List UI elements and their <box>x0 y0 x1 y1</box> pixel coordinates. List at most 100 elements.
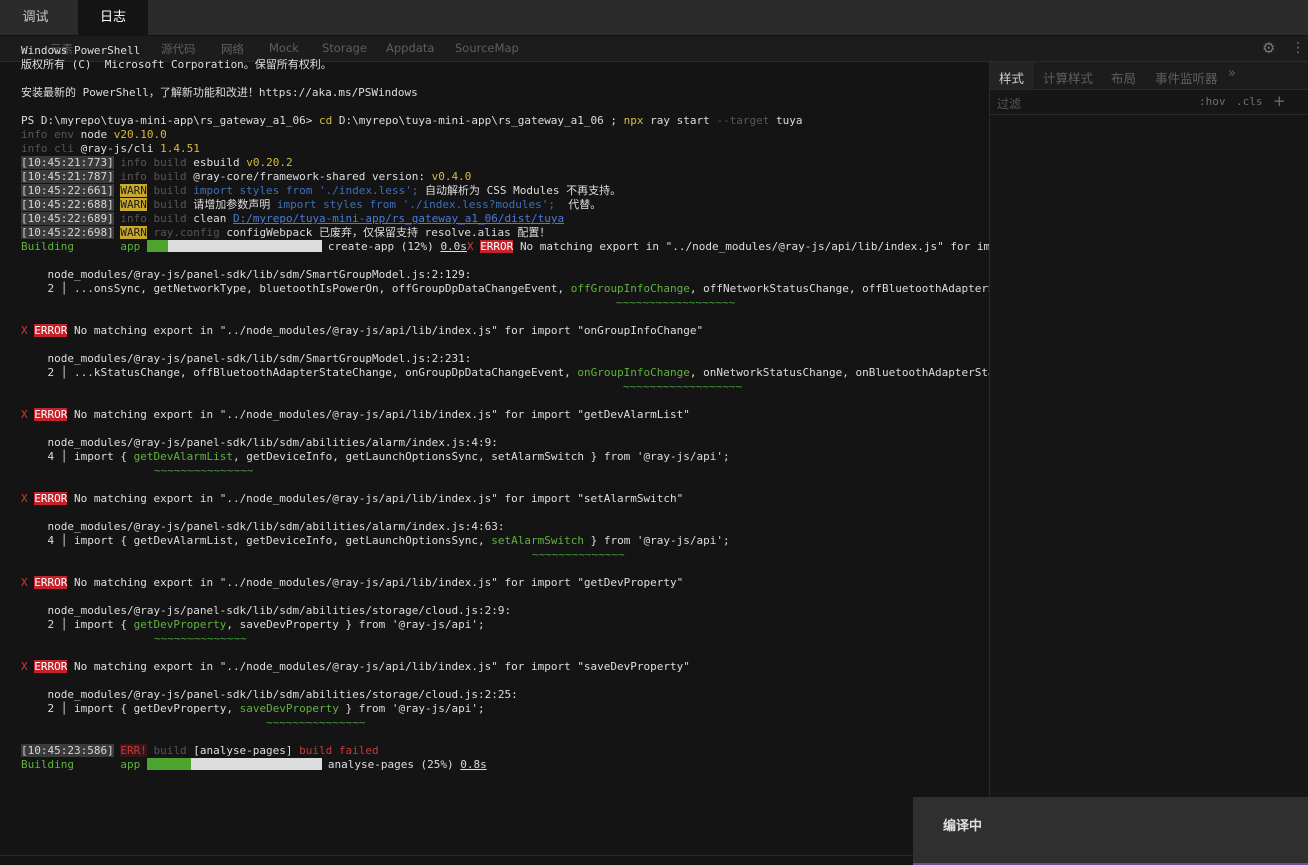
cls-toggle[interactable]: .cls <box>1236 95 1263 108</box>
log-line: info cli @ray-js/cli 1.4.51 <box>21 142 200 156</box>
add-rule-icon[interactable]: + <box>1273 92 1286 110</box>
log-text: @ray-js/cli <box>80 142 161 155</box>
top-tab-bar: 调试 日志 <box>0 0 1308 35</box>
error-line: X ERROR No matching export in "../node_m… <box>21 492 989 506</box>
error-message: No matching export in "../node_modules/@… <box>74 576 684 589</box>
log-tag: cli <box>47 142 81 155</box>
divider <box>0 855 913 856</box>
error-code-line: 2 │ ...onsSync, getNetworkType, bluetoot… <box>21 282 990 296</box>
squiggle-underline: ~~~~~~~~~~~~~~~~~~ <box>616 296 736 309</box>
x-icon: X <box>21 408 28 421</box>
error-message: No matching export in "../node_modules/@… <box>519 240 989 253</box>
building-label: Building <box>21 758 74 771</box>
cmd-keyword: npx <box>623 114 644 127</box>
log-line: info env node v20.10.0 <box>21 128 167 142</box>
log-text: clean <box>193 212 233 225</box>
styles-tab-bar: 样式 计算样式 布局 事件监听器 » <box>990 62 1308 90</box>
squiggle-underline: ~~~~~~~~~~~~~~ <box>532 548 625 561</box>
line-number: 2 <box>47 618 55 631</box>
timestamp: [10:45:22:661] <box>21 184 114 197</box>
error-file: node_modules/@ray-js/panel-sdk/lib/sdm/a… <box>21 436 498 450</box>
error-file: node_modules/@ray-js/panel-sdk/lib/sdm/a… <box>21 604 512 618</box>
prompt: PS D:\myrepo\tuya-mini-app\rs_gateway_a1… <box>21 114 320 127</box>
progress-fill <box>146 240 168 252</box>
code-highlight: getDevProperty <box>133 618 227 631</box>
building-tag: app <box>120 758 141 771</box>
terminal-line: Windows PowerShell <box>21 44 141 57</box>
log-tag: env <box>47 128 81 141</box>
gear-icon[interactable]: ⚙ <box>1262 39 1275 57</box>
tab-layout[interactable]: 布局 <box>1111 68 1136 87</box>
error-code-line: 2 │ import { getDevProperty, saveDevProp… <box>47 618 485 631</box>
error-badge: ERROR <box>480 240 514 253</box>
hov-toggle[interactable]: :hov <box>1199 95 1226 108</box>
code-pre: import { getDevProperty, <box>74 702 240 715</box>
tab-event-listeners[interactable]: 事件监听器 <box>1155 68 1218 87</box>
x-icon: X <box>21 492 28 505</box>
progress-fill <box>146 758 191 770</box>
building-tag: app <box>120 240 141 253</box>
warn-badge: WARN <box>120 184 147 197</box>
cmd-text: D:\myrepo\tuya-mini-app\rs_gateway_a1_06… <box>332 114 624 127</box>
code-post: } from '@ray-js/api'; <box>583 534 730 547</box>
error-code-line: 2 │ ...kStatusChange, offBluetoothAdapte… <box>21 366 990 380</box>
double-chevron-right-icon[interactable]: » <box>1228 66 1236 81</box>
log-version: v0.20.2 <box>246 156 293 169</box>
error-file: node_modules/@ray-js/panel-sdk/lib/sdm/a… <box>21 520 505 534</box>
cmd-flag: --target <box>716 114 770 127</box>
error-badge: ERROR <box>34 324 68 337</box>
code-highlight: setAlarmSwitch <box>491 534 584 547</box>
tab-logs[interactable]: 日志 <box>78 0 148 35</box>
log-tag: build <box>153 170 194 183</box>
log-tag: build <box>153 212 194 225</box>
log-line: [10:45:22:688] WARN build 请增加参数声明 import… <box>21 198 601 212</box>
log-level: info <box>113 170 154 183</box>
log-tag: build <box>153 156 194 169</box>
tab-debug[interactable]: 调试 <box>0 0 71 35</box>
code-snippet: import styles from './index.less'; <box>193 184 419 197</box>
code-post: , getDeviceInfo, getLaunchOptionsSync, s… <box>232 450 730 463</box>
log-version: v20.10.0 <box>113 128 167 141</box>
code-post: } from '@ray-js/api'; <box>338 702 485 715</box>
error-badge: ERROR <box>34 408 68 421</box>
terminal-panel[interactable]: Windows PowerShell 版权所有 (C) Microsoft Co… <box>0 36 989 826</box>
tab-computed[interactable]: 计算样式 <box>1043 68 1093 87</box>
cmd-text: ray start <box>643 114 717 127</box>
error-line: X ERROR No matching export in "../node_m… <box>21 576 989 590</box>
x-icon: X <box>21 660 28 673</box>
error-file-path: node_modules/@ray-js/panel-sdk/lib/sdm/a… <box>47 688 518 701</box>
error-message: No matching export in "../node_modules/@… <box>74 408 690 421</box>
log-text: configWebpack 已废弃，仅保留支持 resolve.alias 配置… <box>226 226 551 239</box>
building-label: Building <box>21 240 74 253</box>
code-highlight: onGroupInfoChange <box>577 366 690 379</box>
log-text: [analyse-pages] <box>193 744 300 757</box>
code-pre: ...onsSync, getNetworkType, bluetoothIsP… <box>74 282 571 295</box>
terminal-line: 版权所有 (C) Microsoft Corporation。保留所有权利。 <box>21 58 332 71</box>
elapsed-time: 0.8s <box>460 758 487 771</box>
code-post: , offNetworkStatusChange, offBluetoothAd… <box>689 282 989 295</box>
filter-input[interactable]: 过滤 <box>997 95 1021 112</box>
compiling-toast: 编译中 <box>913 797 1308 865</box>
log-text: 自动解析为 CSS Modules 不再支持。 <box>418 184 622 197</box>
cmd-text: tuya <box>769 114 803 127</box>
code-highlight: saveDevProperty <box>239 702 339 715</box>
code-highlight: getDevAlarmList <box>133 450 233 463</box>
code-snippet: import styles from './index.less?modules… <box>276 198 555 211</box>
log-level: info <box>113 156 154 169</box>
error-message: No matching export in "../node_modules/@… <box>74 492 684 505</box>
styles-filter-bar: 过滤 :hov .cls + <box>990 90 1308 115</box>
error-badge: ERROR <box>34 492 68 505</box>
vertical-dots-icon[interactable]: ⋮ <box>1291 40 1305 56</box>
error-file-path: node_modules/@ray-js/panel-sdk/lib/sdm/S… <box>47 268 472 281</box>
code-pre: ...kStatusChange, offBluetoothAdapterSta… <box>74 366 578 379</box>
error-line: X ERROR No matching export in "../node_m… <box>21 408 989 422</box>
log-text: 请增加参数声明 <box>193 198 277 211</box>
line-number: 2 <box>47 366 55 379</box>
log-text: @ray-core/framework-shared version: <box>193 170 432 183</box>
dist-path-link[interactable]: D:/myrepo/tuya-mini-app/rs_gateway_a1_06… <box>233 212 564 225</box>
log-level: info <box>113 212 154 225</box>
code-pre: import { <box>74 450 134 463</box>
log-text: 代替。 <box>554 198 602 211</box>
tab-styles[interactable]: 样式 <box>999 68 1024 87</box>
error-line: X ERROR No matching export in "../node_m… <box>21 324 989 338</box>
